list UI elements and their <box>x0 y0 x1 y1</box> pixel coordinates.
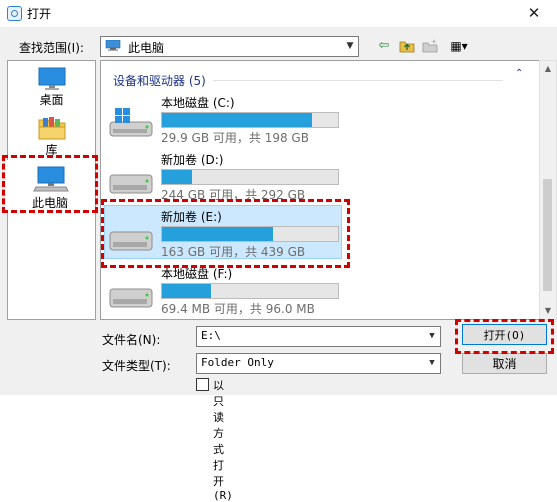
group-divider <box>213 80 503 81</box>
highlight-drive-e <box>101 199 350 268</box>
app-icon <box>7 6 22 21</box>
highlight-this-pc <box>2 155 98 213</box>
place-desktop[interactable]: 桌面 <box>8 67 95 108</box>
drive-info: 29.9 GB 可用，共 198 GB <box>161 131 309 145</box>
desktop-icon <box>38 67 65 90</box>
view-menu-icon[interactable]: ▦▾ <box>444 36 474 56</box>
scroll-thumb[interactable] <box>543 179 552 291</box>
drive-item-c[interactable]: 本地磁盘 (C:) 29.9 GB 可用，共 198 GB <box>107 94 347 146</box>
filetype-label: 文件类型(T): <box>102 359 171 373</box>
place-library[interactable]: 库 <box>8 115 95 158</box>
back-arrow-icon[interactable]: ⇦ <box>373 36 395 56</box>
group-header: 设备和驱动器 (5) <box>113 74 206 88</box>
filename-input[interactable]: E:\ ▼ <box>196 326 441 347</box>
drive-usage-bar <box>161 112 339 128</box>
vertical-scrollbar[interactable]: ▲ ▼ <box>539 60 557 320</box>
filetype-value: Folder Only <box>201 356 274 369</box>
drive-usage-bar <box>161 169 339 185</box>
title-bar: 打开 ✕ <box>0 0 557 27</box>
drive-name: 新加卷 (D:) <box>161 153 224 167</box>
look-in-label: 查找范围(I): <box>19 41 84 55</box>
up-folder-icon[interactable] <box>396 36 418 56</box>
readonly-label: 以只读方式打开(R) <box>213 379 233 502</box>
filename-value: E:\ <box>201 329 221 342</box>
chevron-down-icon[interactable]: ▼ <box>342 37 358 56</box>
drive-usage-bar <box>161 283 339 299</box>
drive-item-f[interactable]: 本地磁盘 (F:) 69.4 MB 可用，共 96.0 MB <box>107 265 347 317</box>
this-pc-small-icon <box>105 40 121 51</box>
drive-name: 本地磁盘 (C:) <box>161 96 235 110</box>
scroll-down-icon[interactable]: ▼ <box>540 303 556 319</box>
drive-item-d[interactable]: 新加卷 (D:) 244 GB 可用，共 292 GB <box>107 151 347 203</box>
windows-logo-icon <box>115 108 130 123</box>
hard-drive-icon <box>109 288 153 308</box>
window-title: 打开 <box>27 7 52 21</box>
close-button[interactable]: ✕ <box>511 0 557 27</box>
cancel-button[interactable]: 取消 <box>462 353 547 374</box>
chevron-down-icon[interactable]: ▼ <box>424 354 440 373</box>
highlight-open-button <box>455 319 554 354</box>
scroll-up-icon[interactable]: ▲ <box>540 61 556 77</box>
look-in-value: 此电脑 <box>128 41 165 55</box>
place-desktop-label: 桌面 <box>39 93 64 107</box>
readonly-checkbox[interactable] <box>196 378 209 391</box>
filetype-select[interactable]: Folder Only ▼ <box>196 353 441 374</box>
library-folder-icon <box>38 117 65 140</box>
new-folder-icon[interactable] <box>419 36 441 56</box>
hard-drive-icon <box>109 174 153 194</box>
look-in-combo[interactable]: 此电脑 ▼ <box>100 36 359 57</box>
chevron-up-icon[interactable]: ⌃ <box>515 68 523 79</box>
drive-info: 69.4 MB 可用，共 96.0 MB <box>161 302 315 316</box>
chevron-down-icon[interactable]: ▼ <box>424 327 440 346</box>
filename-label: 文件名(N): <box>102 333 161 347</box>
